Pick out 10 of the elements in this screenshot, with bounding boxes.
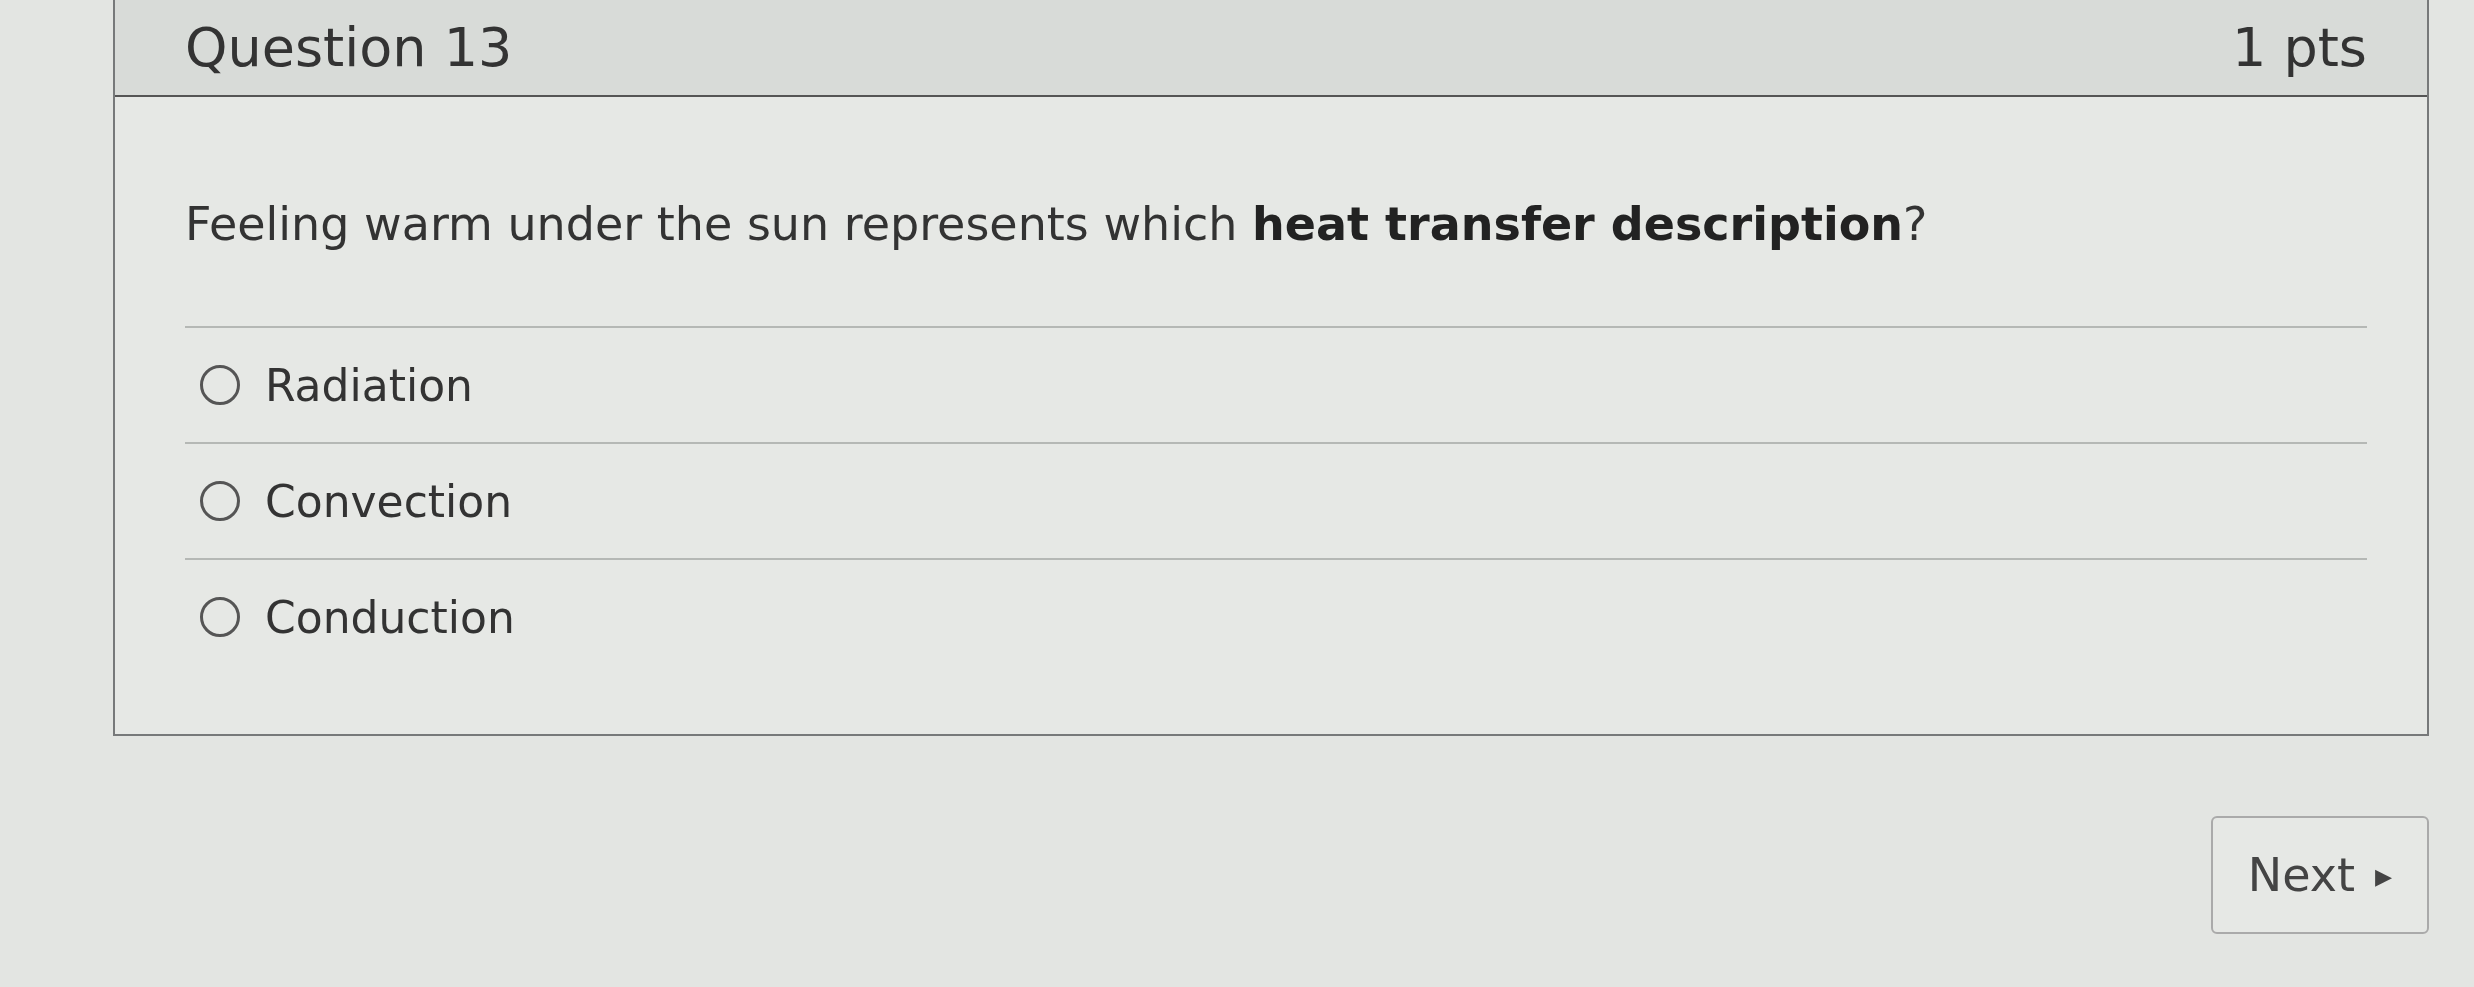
points-label: 1 pts — [2231, 16, 2367, 79]
radio-button[interactable] — [200, 597, 240, 637]
next-button[interactable]: Next ▸ — [2210, 816, 2429, 934]
answer-label[interactable]: Convection — [265, 475, 513, 527]
radio-button[interactable] — [200, 481, 240, 521]
radio-button[interactable] — [200, 365, 240, 405]
question-title: Question 13 — [185, 16, 513, 79]
answer-label[interactable]: Radiation — [265, 359, 473, 411]
answer-label[interactable]: Conduction — [265, 591, 515, 643]
question-text: Feeling warm under the sun represents which heat transfer description? — [185, 197, 2367, 328]
